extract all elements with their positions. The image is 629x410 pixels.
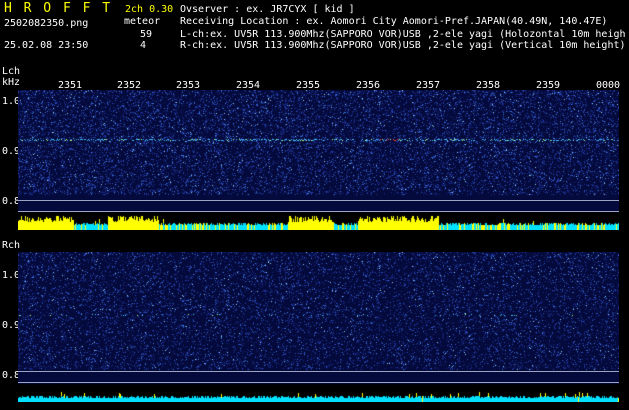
observer-line: Ovserver : ex. JR7CYX [ kid ] (180, 4, 355, 15)
lch-spectrogram-canvas (18, 90, 619, 230)
lch-unit: kHz (2, 77, 21, 88)
meteor-label: meteor (124, 16, 161, 27)
rch-spectrogram-canvas (18, 252, 619, 402)
meteor-count-rch: 4 (140, 40, 147, 51)
datetime-label: 25.02.08 23:50 (4, 40, 89, 51)
rch-grid-line (18, 371, 619, 372)
version-label: 2ch 0.30 (125, 4, 174, 15)
lch-grid-line (18, 200, 619, 201)
filename-label: 2502082350.png (4, 18, 89, 29)
location-line: Receiving Location : ex. Aomori City Aom… (180, 16, 608, 27)
lch-grid-line (18, 211, 619, 212)
lch-spectrogram (18, 90, 619, 230)
rch-title: Rch (2, 240, 21, 251)
app-brand: H R O F F T (4, 1, 113, 16)
rch-grid-line (18, 382, 619, 383)
rch-spectrogram (18, 252, 619, 402)
rch-info-line: R-ch:ex. UV5R 113.900Mhz(SAPPORO VOR)USB… (180, 40, 626, 51)
